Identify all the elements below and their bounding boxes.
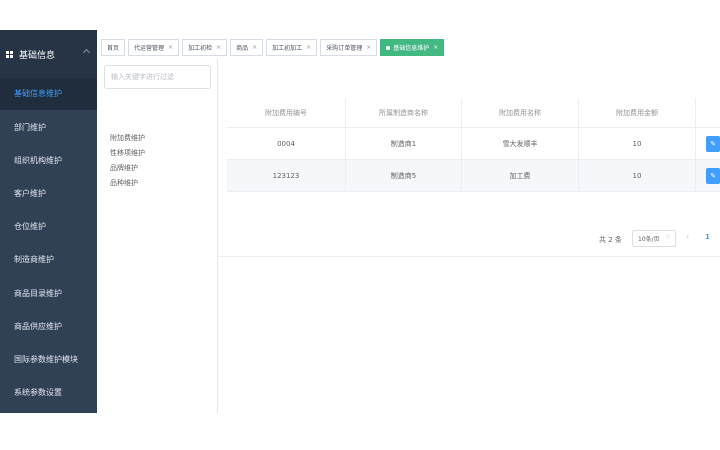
sidebar-item-intl-params[interactable]: 国际参数维护模块 — [0, 344, 97, 376]
current-page-number[interactable]: 1 — [705, 233, 710, 241]
sidebar-title: 基础信息 — [19, 50, 56, 61]
close-icon[interactable]: × — [366, 44, 371, 51]
tab-label: 商品 — [236, 45, 249, 52]
tree-item-property[interactable]: 性移项维护 — [110, 148, 145, 158]
column-header-actions — [696, 98, 720, 127]
page-size-select[interactable]: 10条/页 ▽ — [632, 230, 676, 247]
tab-inspection[interactable]: 加工初检 × — [182, 39, 228, 56]
cell-code: 123123 — [227, 160, 346, 191]
tab-label: 加工初加工 — [272, 45, 303, 52]
close-icon[interactable]: × — [216, 44, 221, 51]
tab-home[interactable]: 首页 — [101, 39, 126, 56]
tab-label: 代运营管理 — [134, 45, 165, 52]
close-icon[interactable]: × — [252, 44, 257, 51]
cell-actions: ✎ — [696, 160, 720, 191]
column-header: 附加费用编号 — [227, 98, 346, 127]
cell-amount: 10 — [579, 160, 696, 191]
cell-name: 加工费 — [462, 160, 579, 191]
tab-purchase-orders[interactable]: 采购订单管理 × — [320, 39, 378, 56]
column-header: 附加费用金额 — [579, 98, 696, 127]
tab-label: 基础信息维护 — [393, 45, 430, 52]
chevron-down-icon: ▽ — [666, 235, 670, 241]
table-row[interactable]: 0004 制造商1 雪大发顺丰 10 ✎ — [227, 128, 720, 160]
sidebar-item-supply[interactable]: 商品供应维护 — [0, 311, 97, 343]
column-header: 所属制造商名称 — [346, 98, 462, 127]
sidebar-item-system-params[interactable]: 系统参数设置 — [0, 377, 97, 409]
edit-button[interactable]: ✎ — [706, 135, 720, 152]
sidebar-item-department[interactable]: 部门维护 — [0, 112, 97, 144]
pagination-total: 共 2 条 — [599, 236, 622, 244]
close-icon[interactable]: × — [168, 44, 173, 51]
tab-goods[interactable]: 商品 × — [230, 39, 264, 56]
sidebar: 基础信息 基础信息维护 部门维护 组织机构维护 客户维护 仓位维护 制造商维护 … — [0, 30, 97, 413]
tree-item-brand[interactable]: 品牌维护 — [110, 163, 138, 173]
cell-maker: 制造商1 — [346, 128, 462, 159]
tree-panel: 附加费维护 性移项维护 品牌维护 品种维护 — [97, 59, 218, 413]
sidebar-item-customer[interactable]: 客户维护 — [0, 178, 97, 210]
table-row[interactable]: 123123 制造商5 加工费 10 ✎ — [227, 160, 720, 192]
sidebar-item-location[interactable]: 仓位维护 — [0, 211, 97, 243]
column-header: 附加费用名称 — [462, 98, 579, 127]
app-root: 基础信息 基础信息维护 部门维护 组织机构维护 客户维护 仓位维护 制造商维护 … — [0, 30, 720, 413]
table-header-row: 附加费用编号 所属制造商名称 附加费用名称 附加费用金额 — [227, 98, 720, 128]
prev-page-button[interactable]: ‹ — [686, 232, 689, 241]
sidebar-header[interactable]: 基础信息 — [0, 30, 97, 78]
tags-view: 首页 代运营管理 × 加工初检 × 商品 × 加工初加工 × 采购订单管理 × 基础信息维… — [101, 39, 447, 57]
tree-item-surcharge[interactable]: 附加费维护 — [110, 133, 145, 143]
sidebar-item-basic-info[interactable]: 基础信息维护 — [0, 78, 97, 110]
sidebar-item-catalog[interactable]: 商品目录维护 — [0, 278, 97, 310]
tab-basic-info[interactable]: 基础信息维护 × — [380, 39, 445, 56]
edit-button[interactable]: ✎ — [706, 167, 720, 184]
close-icon[interactable]: × — [306, 44, 311, 51]
chevron-up-icon — [82, 48, 91, 57]
cell-maker: 制造商5 — [346, 160, 462, 191]
sidebar-item-manufacturer[interactable]: 制造商维护 — [0, 244, 97, 276]
pencil-icon: ✎ — [710, 139, 716, 148]
cell-actions: ✎ — [696, 128, 720, 159]
close-icon[interactable]: × — [433, 44, 438, 51]
sidebar-item-organization[interactable]: 组织机构维护 — [0, 145, 97, 177]
tree-item-variety[interactable]: 品种维护 — [110, 178, 138, 188]
tab-label: 加工初检 — [188, 45, 213, 52]
page-size-value: 10条/页 — [638, 236, 660, 243]
pencil-icon: ✎ — [710, 171, 716, 180]
cell-code: 0004 — [227, 128, 346, 159]
tab-label: 首页 — [107, 45, 120, 52]
content-divider — [218, 256, 720, 257]
tree-filter-input[interactable] — [104, 65, 211, 89]
grid-menu-icon — [6, 50, 13, 58]
cell-name: 雪大发顺丰 — [462, 128, 579, 159]
tab-operations[interactable]: 代运营管理 × — [128, 39, 180, 56]
active-dot-icon — [386, 45, 391, 50]
tab-processing[interactable]: 加工初加工 × — [266, 39, 318, 56]
tab-label: 采购订单管理 — [326, 45, 363, 52]
cell-amount: 10 — [579, 128, 696, 159]
